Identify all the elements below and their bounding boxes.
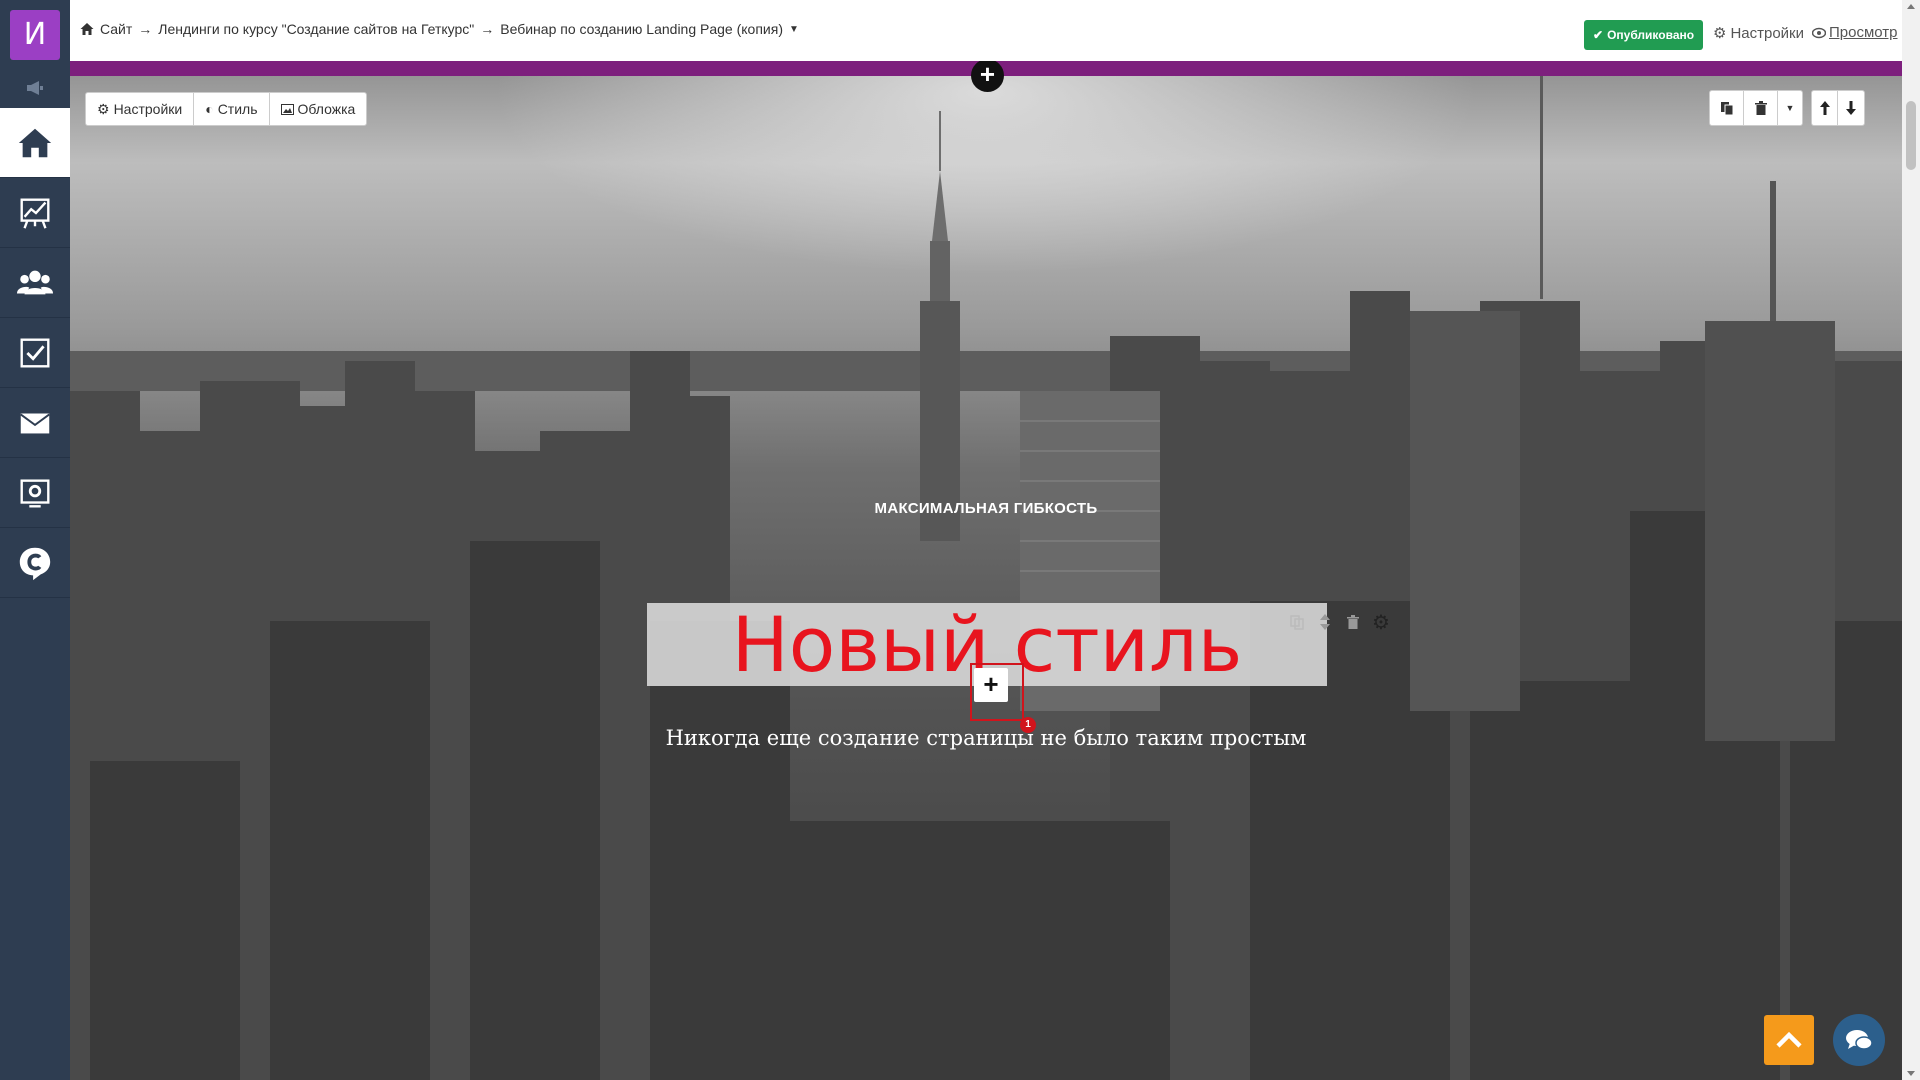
published-label: Опубликовано <box>1607 28 1695 42</box>
breadcrumb-section[interactable]: Лендинги по курсу "Создание сайтов на Ге… <box>158 21 474 37</box>
sort-icon <box>1320 614 1330 630</box>
breadcrumb-separator: → <box>138 21 153 37</box>
copy-block-button[interactable] <box>1710 91 1744 125</box>
hero-eyebrow-text[interactable]: МАКСИМАЛЬНАЯ ГИБКОСТЬ <box>70 500 1902 517</box>
caret-down-icon[interactable]: ▼ <box>789 24 799 35</box>
home-icon <box>18 128 52 157</box>
trash-icon <box>1754 101 1767 115</box>
chart-board-icon <box>20 198 50 229</box>
page-scrollbar[interactable] <box>1902 0 1920 1080</box>
breadcrumb-site[interactable]: Сайт <box>100 21 132 37</box>
breadcrumb: Сайт → Лендинги по курсу "Создание сайто… <box>80 21 799 37</box>
image-icon <box>280 103 294 115</box>
move-element-button[interactable] <box>1313 609 1337 635</box>
top-bar: Сайт → Лендинги по курсу "Создание сайто… <box>70 0 1902 61</box>
home-icon[interactable] <box>80 22 94 36</box>
cityscape-background-image <box>70 69 1902 1080</box>
check-icon: ✔ <box>1593 28 1604 42</box>
sidebar-item-home[interactable] <box>0 108 70 178</box>
trash-icon <box>1347 615 1359 629</box>
users-icon <box>16 270 54 294</box>
caret-down-icon: ▼ <box>1785 103 1795 113</box>
support-chat-button[interactable] <box>1833 1014 1885 1066</box>
sidebar-item-chat[interactable] <box>0 528 70 598</box>
sidebar-item-messages[interactable] <box>0 388 70 458</box>
element-settings-button[interactable]: ⚙ <box>1369 609 1393 635</box>
more-actions-dropdown[interactable]: ▼ <box>1778 91 1802 125</box>
eye-icon <box>1812 27 1826 38</box>
chat-bubbles-icon <box>1846 1030 1873 1050</box>
gear-icon: ⚙ <box>97 100 110 117</box>
contrast-icon: ◐ <box>205 101 214 117</box>
sidebar-nav <box>0 108 70 598</box>
gear-icon: ⚙ <box>1713 25 1727 42</box>
envelope-icon <box>20 413 50 433</box>
copy-element-button[interactable] <box>1285 609 1309 635</box>
account-logo[interactable]: И <box>10 10 60 60</box>
sidebar-item-settings[interactable] <box>0 458 70 528</box>
arrow-up-icon <box>1819 101 1830 115</box>
gear-icon: ⚙ <box>1372 611 1390 634</box>
page-settings-link[interactable]: ⚙ Настройки <box>1713 24 1805 43</box>
megaphone-icon[interactable] <box>0 70 70 106</box>
block-settings-label: Настройки <box>113 101 183 117</box>
add-element-button[interactable]: + <box>974 668 1008 702</box>
scrollbar-thumb[interactable] <box>1906 101 1916 170</box>
block-style-label: Стиль <box>217 101 258 117</box>
block-cover-button[interactable]: Обложка <box>270 93 367 125</box>
sidebar-item-tasks[interactable] <box>0 318 70 388</box>
block-settings-button[interactable]: ⚙ Настройки <box>86 93 195 125</box>
block-cover-label: Обложка <box>297 101 356 117</box>
page-editor-canvas: + ⚙ Настройки ◐ Стиль Обложка ▼ МАКСИМАЛ… <box>70 61 1902 1080</box>
block-actions-toolbar: ▼ <box>1709 90 1865 126</box>
element-toolbar: ⚙ <box>1285 609 1393 635</box>
sidebar-item-users[interactable] <box>0 248 70 318</box>
page-settings-label: Настройки <box>1730 24 1805 42</box>
preview-link[interactable]: Просмотр <box>1812 24 1898 41</box>
move-block-up-button[interactable] <box>1812 91 1838 125</box>
block-toolbar: ⚙ Настройки ◐ Стиль Обложка <box>85 92 368 126</box>
arrow-down-icon <box>1846 101 1856 115</box>
hero-subtitle[interactable]: Никогда еще создание страницы не было та… <box>70 726 1902 750</box>
copy-icon <box>1720 101 1733 115</box>
preview-label: Просмотр <box>1829 24 1898 41</box>
published-button[interactable]: ✔ Опубликовано <box>1584 20 1704 50</box>
scroll-down-arrow-icon[interactable] <box>1907 1071 1915 1076</box>
copy-icon <box>1290 614 1304 630</box>
breadcrumb-page[interactable]: Вебинар по созданию Landing Page (копия) <box>500 21 783 37</box>
cog-monitor-icon <box>20 478 50 507</box>
chat-c-icon <box>19 547 51 580</box>
delete-element-button[interactable] <box>1341 609 1365 635</box>
block-move-group <box>1811 90 1865 126</box>
block-copy-delete-group: ▼ <box>1709 90 1803 126</box>
scroll-to-top-button[interactable] <box>1764 1015 1814 1065</box>
block-style-button[interactable]: ◐ Стиль <box>194 93 270 125</box>
checkbox-icon <box>20 338 50 367</box>
breadcrumb-separator: → <box>480 21 495 37</box>
chevron-up-icon <box>1776 1031 1802 1048</box>
sidebar-item-statistics[interactable] <box>0 178 70 248</box>
delete-block-button[interactable] <box>1744 91 1778 125</box>
move-block-down-button[interactable] <box>1838 91 1864 125</box>
left-sidebar: И <box>0 0 70 1080</box>
scroll-up-arrow-icon[interactable] <box>1907 4 1915 9</box>
